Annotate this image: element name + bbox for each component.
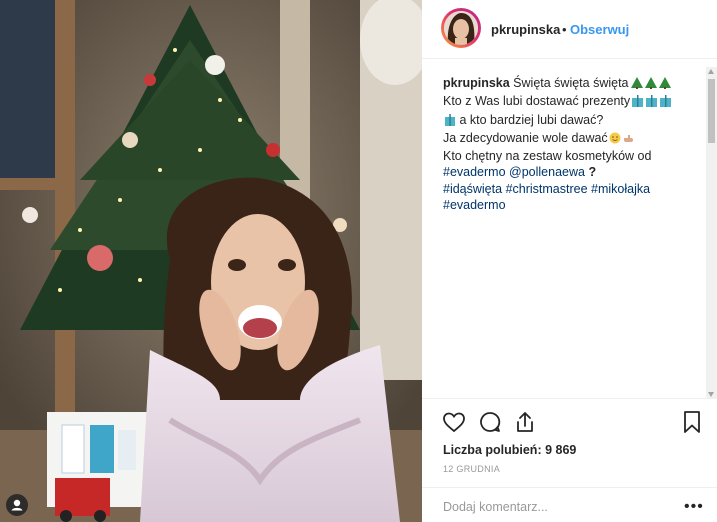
post-photo[interactable] — [0, 0, 422, 522]
separator-dot: • — [562, 22, 567, 37]
caption: pkrupinska Święta święta święta Kto z Wa… — [443, 75, 705, 213]
caption-line-5: Kto chętny na zestaw kosmetyków od — [443, 148, 705, 164]
scrollbar[interactable] — [706, 67, 717, 399]
hashtag-idaswieta[interactable]: #idąświęta — [443, 182, 502, 196]
hashtag-evadermo[interactable]: #evadermo — [443, 165, 506, 179]
comment-icon[interactable] — [478, 410, 504, 436]
more-options-button[interactable]: ••• — [684, 498, 704, 516]
divider — [422, 398, 717, 399]
smile-emoji — [609, 132, 621, 148]
heart-icon[interactable] — [442, 410, 468, 436]
caption-line-1: pkrupinska Święta święta święta — [443, 75, 705, 93]
gift-emoji — [631, 95, 673, 111]
post-panel: pkrupinska • Obserwuj pkrupinska Święta … — [422, 0, 717, 522]
likes-number: 9 869 — [545, 443, 577, 457]
post-header: pkrupinska • Obserwuj — [422, 0, 717, 59]
avatar[interactable] — [441, 8, 481, 48]
scroll-up-arrow[interactable] — [708, 69, 714, 74]
scroll-down-arrow[interactable] — [708, 392, 714, 397]
mention-pollenaewa[interactable]: @pollenaewa — [509, 165, 585, 179]
caption-username[interactable]: pkrupinska — [443, 76, 510, 90]
likes-label: Liczba polubień: — [443, 443, 542, 457]
hashtag-evadermo-2[interactable]: #evadermo — [443, 198, 506, 212]
caption-text-5: Kto chętny na zestaw kosmetyków od — [443, 149, 652, 164]
scrollbar-thumb[interactable] — [708, 79, 715, 143]
tree-emoji — [630, 77, 672, 93]
caption-text-3: a kto bardziej lubi dawać? — [459, 112, 604, 127]
caption-text-2: Kto z Was lubi dostawać prezenty — [443, 94, 631, 109]
caption-text-4: Ja zdecydowanie wole dawać — [443, 130, 608, 145]
user-tag-icon[interactable] — [6, 494, 28, 516]
hashtag-mikolajka[interactable]: #mikołajka — [591, 182, 650, 196]
post-photo-image — [0, 0, 422, 522]
gift-emoji — [444, 113, 456, 130]
likes-count[interactable]: Liczba polubień: 9 869 — [443, 443, 576, 457]
share-icon[interactable] — [513, 410, 539, 436]
caption-text-1: Święta święta święta — [513, 76, 629, 90]
caption-line-8: #evadermo — [443, 197, 705, 213]
follow-button[interactable]: Obserwuj — [570, 22, 629, 37]
caption-line-6: #evadermo @pollenaewa ? — [443, 164, 705, 180]
hashtag-christmastree[interactable]: #christmastree — [506, 182, 588, 196]
post-date[interactable]: 12 GRUDNIA — [443, 464, 500, 474]
hand-emoji — [622, 132, 634, 148]
comment-input[interactable]: Dodaj komentarz... — [443, 500, 663, 514]
bookmark-icon[interactable] — [680, 410, 706, 436]
caption-line-7: #idąświęta #christmastree #mikołajka — [443, 181, 705, 197]
caption-line-3: a kto bardziej lubi dawać? — [443, 112, 705, 130]
caption-question-mark: ? — [588, 165, 597, 180]
avatar-image — [444, 11, 478, 45]
divider — [422, 487, 717, 488]
caption-line-4: Ja zdecydowanie wole dawać — [443, 130, 705, 148]
header-username[interactable]: pkrupinska — [491, 22, 560, 37]
caption-line-2: Kto z Was lubi dostawać prezenty — [443, 93, 705, 111]
